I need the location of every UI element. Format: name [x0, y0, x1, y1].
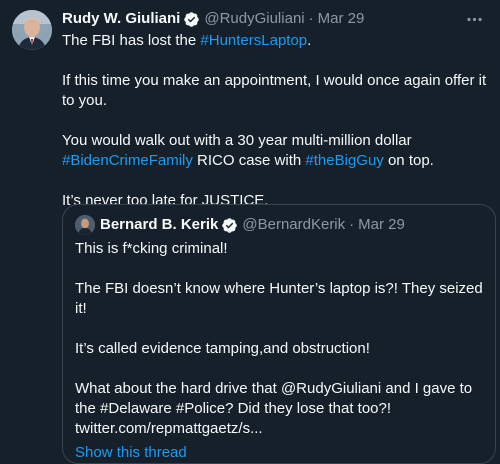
tweet-text: The FBI has lost the #HuntersLaptop. If …	[62, 31, 490, 211]
author-handle[interactable]: @RudyGiuliani	[204, 9, 304, 29]
text-segment: You would walk out with a 30 year multi-…	[62, 132, 412, 149]
quoted-paragraph: It’s called evidence tamping,and obstruc…	[75, 340, 370, 357]
text-segment: RICO case with	[192, 152, 306, 169]
quoted-author-name[interactable]: Bernard B. Kerik	[100, 215, 218, 235]
header-separator: ·	[308, 10, 314, 27]
quoted-tweet-header: Bernard B. Kerik @BernardKerik · Mar 29	[75, 215, 483, 235]
avatar-image	[12, 10, 52, 50]
quoted-tweet-text: This is f*cking criminal! The FBI doesn’…	[75, 239, 483, 439]
text-segment: If this time you make an appointment, I …	[62, 72, 487, 109]
quoted-tweet-date[interactable]: Mar 29	[358, 215, 405, 235]
quoted-tweet[interactable]: Bernard B. Kerik @BernardKerik · Mar 29 …	[62, 204, 496, 464]
hashtag-link[interactable]: #HuntersLaptop	[200, 32, 307, 49]
hashtag-link[interactable]: #BidenCrimeFamily	[62, 152, 193, 169]
tweet-date[interactable]: Mar 29	[318, 9, 365, 29]
more-options-icon	[466, 17, 482, 21]
tweet-paragraph: If this time you make an appointment, I …	[62, 71, 490, 111]
quoted-avatar-image	[75, 215, 95, 235]
quoted-author-handle[interactable]: @BernardKerik	[242, 215, 345, 235]
avatar[interactable]	[12, 10, 52, 50]
tweet-content: Rudy W. Giuliani @RudyGiuliani · Mar 29 …	[62, 8, 490, 211]
tweet-paragraph: You would walk out with a 30 year multi-…	[62, 131, 490, 171]
text-segment: on top.	[383, 152, 434, 169]
tweet-header: Rudy W. Giuliani @RudyGiuliani · Mar 29	[62, 8, 490, 30]
quoted-avatar	[75, 215, 95, 235]
quoted-paragraph: What about the hard drive that @RudyGiul…	[75, 380, 473, 437]
quoted-paragraph: The FBI doesn’t know where Hunter’s lapt…	[75, 280, 483, 317]
hashtag-link[interactable]: #theBigGuy	[305, 152, 383, 169]
text-segment: .	[307, 32, 312, 49]
show-thread-link[interactable]: Show this thread	[75, 443, 483, 463]
verified-badge-icon	[222, 217, 238, 233]
verified-badge-icon	[184, 11, 200, 27]
author-name[interactable]: Rudy W. Giuliani	[62, 9, 180, 29]
quoted-paragraph: This is f*cking criminal!	[75, 240, 228, 257]
more-options-button[interactable]	[460, 8, 488, 30]
header-separator: ·	[349, 216, 355, 233]
tweet[interactable]: Rudy W. Giuliani @RudyGiuliani · Mar 29 …	[0, 0, 500, 464]
tweet-paragraph: The FBI has lost the #HuntersLaptop.	[62, 31, 490, 51]
text-segment: The FBI has lost the	[62, 32, 201, 49]
